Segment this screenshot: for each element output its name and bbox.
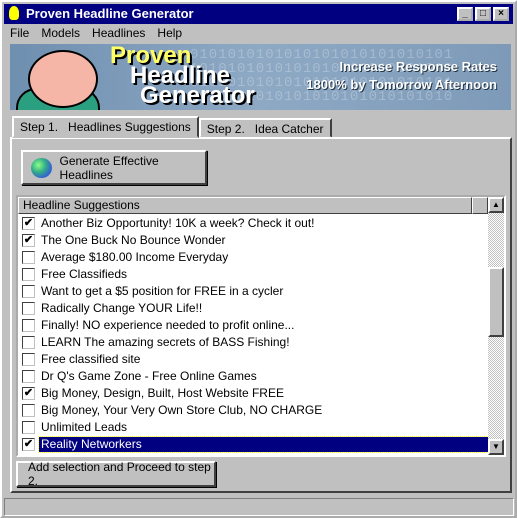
lightbulb-icon [9, 6, 19, 20]
list-item[interactable]: Big Money, Your Very Own Store Club, NO … [18, 402, 488, 419]
minimize-button[interactable]: _ [457, 7, 473, 21]
scroll-up-button[interactable]: ▲ [488, 197, 504, 213]
scroll-down-button[interactable]: ▼ [488, 439, 504, 455]
scrollbar[interactable]: ▲ ▼ [488, 197, 504, 455]
tab-panel: Generate Effective Headlines Headline Su… [10, 137, 512, 493]
checkbox[interactable] [22, 336, 35, 349]
banner-tagline: Increase Response Rates 1800% by Tomorro… [306, 59, 497, 92]
list-item[interactable]: Unlimited Leads [18, 419, 488, 436]
headline-text: The One Buck No Bounce Wonder [41, 233, 226, 247]
checkbox[interactable]: ✔ [22, 234, 35, 247]
menu-headlines[interactable]: Headlines [92, 25, 145, 41]
banner-logo: Proven Headline Generator [110, 44, 255, 109]
headline-text: LEARN The amazing secrets of BASS Fishin… [41, 335, 290, 349]
headline-text: Another Biz Opportunity! 10K a week? Che… [41, 216, 315, 230]
checkbox[interactable] [22, 404, 35, 417]
list-item[interactable]: Radically Change YOUR Life!! [18, 300, 488, 317]
checkbox[interactable]: ✔ [22, 438, 35, 451]
checkbox[interactable] [22, 268, 35, 281]
tab-headlines-suggestions[interactable]: Step 1. Headlines Suggestions [12, 116, 199, 138]
mascot-icon [28, 50, 98, 108]
headline-text: Reality Networkers [38, 436, 489, 453]
list-item[interactable]: ✔ Reality Networkers [18, 436, 489, 453]
list-item[interactable]: ✔ Another Biz Opportunity! 10K a week? Ch… [18, 215, 488, 232]
list-item[interactable]: Dr Q's Game Zone - Free Online Games [18, 368, 488, 385]
list-item[interactable]: LEARN The amazing secrets of BASS Fishin… [18, 334, 488, 351]
list-item[interactable]: Free Classifieds [18, 266, 488, 283]
checkbox[interactable] [22, 302, 35, 315]
headline-text: Finally! NO experience needed to profit … [41, 318, 295, 332]
checkbox[interactable] [22, 421, 35, 434]
close-button[interactable]: × [493, 7, 509, 21]
list-item[interactable]: Average $180.00 Income Everyday [18, 249, 488, 266]
banner: 0101010101010101010101010101 10101010101… [10, 44, 511, 110]
scroll-thumb[interactable] [488, 267, 504, 337]
column-header[interactable]: Headline Suggestions [18, 197, 472, 214]
headline-text: Free classified site [41, 352, 141, 366]
globe-icon [31, 157, 52, 178]
title-bar: Proven Headline Generator _ □ × [4, 4, 513, 24]
proceed-button[interactable]: Add selection and Proceed to step 2. [16, 460, 216, 488]
headline-text: Big Money, Your Very Own Store Club, NO … [41, 403, 323, 417]
headline-text: Want to get a $5 position for FREE in a … [41, 284, 284, 298]
menu-help[interactable]: Help [157, 25, 182, 41]
status-bar [4, 498, 514, 516]
list-item[interactable]: Free classified site [18, 351, 488, 368]
list-item[interactable]: Want to get a $5 position for FREE in a … [18, 283, 488, 300]
menu-bar: File Models Headlines Help [6, 25, 182, 41]
checkbox[interactable]: ✔ [22, 217, 35, 230]
headline-text: Unlimited Leads [41, 420, 128, 434]
tab-idea-catcher[interactable]: Step 2. Idea Catcher [198, 118, 332, 138]
checkbox[interactable] [22, 251, 35, 264]
app-window: Proven Headline Generator _ □ × File Mod… [0, 0, 517, 518]
checkbox[interactable] [22, 285, 35, 298]
headline-text: Dr Q's Game Zone - Free Online Games [41, 369, 257, 383]
list-item[interactable]: Finally! NO experience needed to profit … [18, 317, 488, 334]
headline-text: Average $180.00 Income Everyday [41, 250, 229, 264]
headline-text: Free Classifieds [41, 267, 128, 281]
menu-models[interactable]: Models [41, 25, 80, 41]
headline-text: Radically Change YOUR Life!! [41, 301, 203, 315]
headline-list[interactable]: Headline Suggestions ✔ Another Biz Opport… [16, 195, 506, 457]
checkbox[interactable] [22, 319, 35, 332]
window-title: Proven Headline Generator [26, 6, 194, 21]
list-item[interactable]: ✔ The One Buck No Bounce Wonder [18, 232, 488, 249]
maximize-button[interactable]: □ [475, 7, 491, 21]
headline-text: Big Money, Design, Built, Host Website F… [41, 386, 284, 400]
menu-file[interactable]: File [10, 25, 29, 41]
checkbox[interactable] [22, 353, 35, 366]
generate-headlines-button[interactable]: Generate Effective Headlines [21, 150, 207, 185]
checkbox[interactable] [22, 370, 35, 383]
checkbox[interactable]: ✔ [22, 387, 35, 400]
list-item[interactable]: ✔ Big Money, Design, Built, Host Website … [18, 385, 488, 402]
